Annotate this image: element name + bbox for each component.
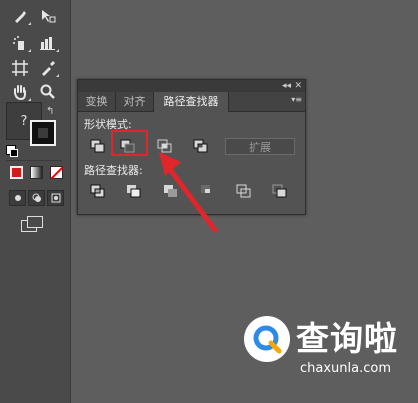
- column-graph-tool[interactable]: [38, 33, 59, 53]
- tab-pathfinder[interactable]: 路径查找器: [154, 92, 229, 112]
- stroke-color-swatch[interactable]: [30, 120, 56, 146]
- divide-icon: [90, 184, 105, 198]
- minus-back-button[interactable]: [268, 181, 292, 201]
- expand-button[interactable]: 扩展: [225, 138, 295, 155]
- artboard-icon: [12, 60, 28, 76]
- draw-normal-button[interactable]: [9, 190, 26, 206]
- screen-mode-button[interactable]: [21, 216, 43, 232]
- hand-icon: [14, 85, 26, 100]
- collapse-panel-icon[interactable]: ◂◂: [282, 80, 291, 92]
- zoom-tool[interactable]: [38, 82, 58, 102]
- pen-tool[interactable]: [10, 6, 31, 26]
- stroke-swatch-inner: [38, 128, 48, 138]
- screen-mode-front-icon: [27, 216, 43, 228]
- swap-fill-stroke-icon[interactable]: ↰: [46, 106, 54, 117]
- outline-icon: [236, 184, 251, 198]
- draw-normal-icon: [14, 195, 21, 201]
- color-mode-button[interactable]: [10, 166, 23, 179]
- watermark-logo-icon: [244, 316, 290, 362]
- toolbar-divider: [6, 160, 62, 161]
- symbol-sprayer-tool[interactable]: [10, 33, 31, 53]
- draw-inside-icon: [51, 193, 60, 203]
- close-panel-icon[interactable]: ✕: [294, 80, 302, 92]
- tooltip-text: ?: [20, 113, 28, 129]
- eyedropper-icon: [42, 61, 55, 76]
- pathfinders-label: 路径查找器:: [84, 164, 143, 177]
- artboard-tool[interactable]: [10, 58, 30, 78]
- watermark-brand-text: 查询啦: [296, 319, 398, 358]
- tab-transform[interactable]: 变换: [78, 92, 116, 111]
- direct-selection-tool[interactable]: [38, 6, 58, 26]
- trim-icon: [127, 185, 141, 198]
- divide-button[interactable]: [86, 181, 110, 201]
- panel-tabbar: 变换 对齐 路径查找器 ▾≡: [78, 92, 305, 112]
- red-arrow-annotation: [159, 152, 218, 233]
- search-q-icon: [253, 325, 282, 354]
- highlight-box: [111, 130, 148, 156]
- outline-button[interactable]: [232, 181, 256, 201]
- tools-panel: ? ↰: [0, 0, 71, 403]
- minus-back-icon: [272, 184, 287, 198]
- magic-selection-icon: [42, 10, 56, 23]
- panel-menu-icon[interactable]: ▾≡: [291, 95, 302, 104]
- default-colors-stroke-icon: [10, 149, 18, 157]
- draw-behind-button[interactable]: [28, 190, 45, 206]
- gradient-mode-button[interactable]: [30, 166, 43, 179]
- eyedropper-tool[interactable]: [38, 58, 59, 78]
- panel-titlebar[interactable]: ◂◂ ✕: [78, 80, 305, 92]
- unite-button[interactable]: [86, 136, 110, 156]
- watermark-url: chaxunla.com: [300, 361, 391, 376]
- trim-button[interactable]: [122, 181, 146, 201]
- sprayer-icon: [13, 36, 24, 50]
- draw-behind-icon: [32, 193, 41, 202]
- graph-icon: [40, 37, 55, 50]
- unite-icon: [90, 139, 105, 153]
- tab-align[interactable]: 对齐: [116, 92, 154, 111]
- zoom-icon: [40, 84, 55, 99]
- pen-icon: [15, 11, 26, 23]
- draw-inside-button[interactable]: [47, 190, 64, 206]
- none-mode-button[interactable]: [50, 166, 63, 179]
- watermark: 查询啦 chaxunla.com: [236, 304, 418, 403]
- hand-tool[interactable]: [10, 82, 31, 102]
